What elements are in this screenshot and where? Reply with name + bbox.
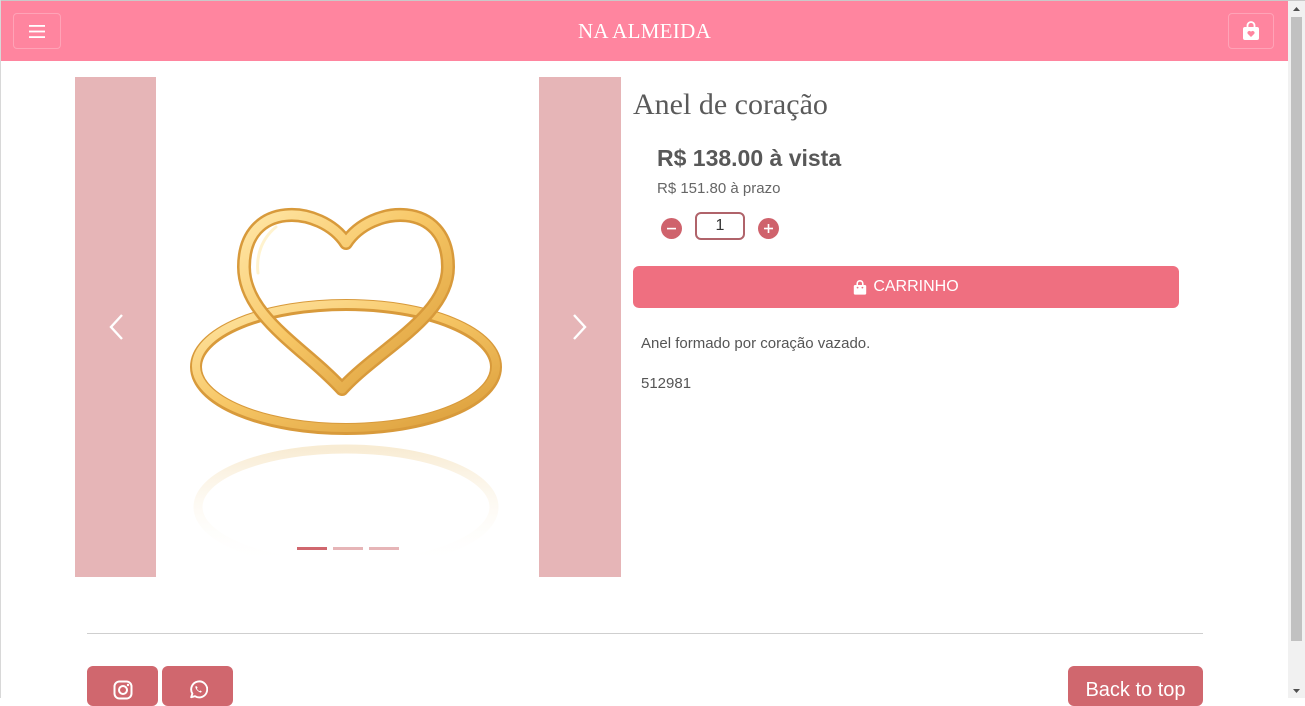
whatsapp-button[interactable] [162, 666, 233, 706]
quantity-stepper [660, 212, 790, 244]
back-to-top-button[interactable]: Back to top [1068, 666, 1203, 706]
chevron-left-icon [108, 314, 123, 340]
add-to-cart-button[interactable]: CARRINHO [633, 266, 1179, 308]
shopping-bag-heart-icon [1243, 21, 1259, 40]
carousel-indicator-3[interactable] [369, 547, 399, 550]
carousel-indicators [297, 547, 399, 550]
product-title: Anel de coração [633, 88, 828, 121]
product-image-heart-ring [156, 77, 539, 577]
price-installment: R$ 151.80 à prazo [657, 180, 781, 197]
footer-divider [87, 633, 1203, 634]
shopping-bag-icon [854, 279, 867, 295]
add-to-cart-label: CARRINHO [873, 278, 959, 295]
carousel-indicator-1[interactable] [297, 547, 327, 550]
minus-icon [667, 227, 676, 230]
product-carousel [75, 77, 621, 577]
instagram-button[interactable] [87, 666, 158, 706]
scroll-thumb[interactable] [1291, 17, 1302, 641]
carousel-prev-button[interactable] [75, 77, 156, 577]
scroll-down-arrow-icon[interactable] [1288, 683, 1305, 698]
quantity-increase-button[interactable] [758, 218, 779, 239]
brand-logo[interactable]: NA ALMEIDA [1, 19, 1288, 44]
quantity-input[interactable] [695, 212, 745, 240]
scroll-up-arrow-icon[interactable] [1288, 1, 1305, 16]
instagram-icon [113, 680, 132, 700]
price-cash: R$ 138.00 à vista [657, 145, 842, 171]
chevron-right-icon [573, 314, 587, 340]
whatsapp-icon [189, 680, 208, 699]
cart-bag-button[interactable] [1228, 13, 1274, 49]
window-border-left [0, 0, 1, 698]
plus-icon [764, 224, 773, 233]
navbar: NA ALMEIDA [1, 1, 1288, 61]
quantity-decrease-button[interactable] [661, 218, 682, 239]
product-sku: 512981 [641, 375, 692, 392]
page-scrollbar[interactable] [1288, 1, 1305, 698]
product-description: Anel formado por coração vazado. [641, 335, 871, 352]
carousel-next-button[interactable] [539, 77, 621, 577]
carousel-indicator-2[interactable] [333, 547, 363, 550]
